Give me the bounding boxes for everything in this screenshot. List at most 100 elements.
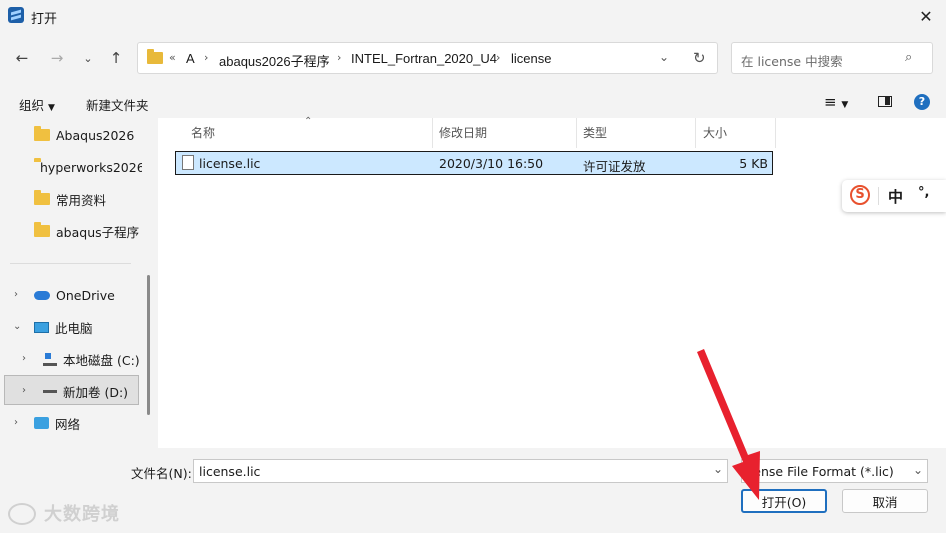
file-icon xyxy=(182,155,194,170)
nav-label: abaqus子程序 xyxy=(56,224,140,240)
breadcrumb-license[interactable]: license xyxy=(511,51,551,66)
column-divider[interactable] xyxy=(775,118,776,148)
computer-icon xyxy=(34,321,49,333)
column-divider[interactable] xyxy=(432,118,433,148)
filename-value: license.lic xyxy=(199,464,261,479)
nav-item-hyperworks[interactable]: hyperworks2026 xyxy=(34,154,142,180)
column-header-modified[interactable]: 修改日期 xyxy=(439,124,487,141)
file-modified: 2020/3/10 16:50 xyxy=(439,156,544,171)
caret-down-icon: ▼ xyxy=(841,100,849,110)
chevron-down-icon[interactable]: ⌄ xyxy=(659,50,669,64)
recent-locations-button[interactable]: ⌄ xyxy=(76,46,100,70)
chevron-right-icon[interactable]: › xyxy=(14,417,18,428)
windows-drive-icon xyxy=(43,352,57,366)
chevron-right-icon[interactable]: › xyxy=(14,289,18,300)
nav-item-abaqus-subroutines[interactable]: abaqus子程序 xyxy=(34,218,146,244)
chevron-right-icon: › xyxy=(204,51,209,64)
breadcrumb-a[interactable]: A xyxy=(186,51,195,66)
folder-icon xyxy=(34,222,50,237)
help-icon[interactable]: ? xyxy=(914,94,930,110)
column-header-type[interactable]: 类型 xyxy=(583,124,607,141)
forward-button[interactable]: → xyxy=(45,46,69,70)
nav-item-this-pc[interactable]: 此电脑 xyxy=(34,314,146,340)
search-icon: ⌕ xyxy=(905,50,913,65)
file-type-select[interactable]: License File Format (*.lic) ⌄ xyxy=(741,459,928,483)
chevron-down-icon[interactable]: ⌄ xyxy=(909,460,927,482)
nav-label: OneDrive xyxy=(56,287,115,303)
nav-item-new-volume-d[interactable]: 新加卷 (D:) xyxy=(43,378,139,404)
up-button[interactable]: ↑ xyxy=(104,46,128,70)
chevron-right-icon: › xyxy=(496,51,501,64)
filename-input[interactable]: license.lic ⌄ xyxy=(193,459,728,483)
close-icon: ✕ xyxy=(919,6,933,26)
open-button[interactable]: 打开(O) xyxy=(741,489,827,513)
window-title: 打开 xyxy=(31,12,58,27)
nav-scrollbar[interactable] xyxy=(147,275,150,415)
column-header-name[interactable]: 名称 xyxy=(191,124,215,141)
cancel-button[interactable]: 取消 xyxy=(842,489,928,513)
folder-icon xyxy=(147,49,163,64)
chevron-right-icon[interactable]: › xyxy=(22,353,26,364)
watermark-logo-icon xyxy=(8,503,36,525)
caret-down-icon: ▼ xyxy=(48,103,55,113)
file-type: 许可证发放 xyxy=(583,159,646,174)
nav-label: 此电脑 xyxy=(55,320,93,336)
file-size: 5 KB xyxy=(739,156,768,171)
arrow-left-icon: ← xyxy=(15,49,29,67)
arrow-up-icon: ↑ xyxy=(109,49,123,67)
ime-divider xyxy=(878,187,879,205)
breadcrumb-abaqus2026[interactable]: abaqus2026子程序 xyxy=(219,51,330,70)
watermark-text: 大数跨境 xyxy=(44,504,120,525)
sogou-logo-icon[interactable]: S xyxy=(850,185,870,205)
app-icon xyxy=(8,7,24,23)
nav-divider xyxy=(10,263,131,264)
address-bar[interactable]: « A › abaqus2026子程序 › INTEL_Fortran_2020… xyxy=(137,42,718,74)
view-options-button[interactable]: ≡ ▼ xyxy=(824,93,848,111)
organize-button[interactable]: 组织 ▼ xyxy=(19,95,55,114)
ime-mode-toggle[interactable]: 中 xyxy=(888,186,903,207)
chevron-right-icon[interactable]: › xyxy=(22,385,26,396)
nav-label: 常用资料 xyxy=(56,192,107,208)
title-bar xyxy=(0,0,946,32)
nav-item-onedrive[interactable]: OneDrive xyxy=(34,282,146,308)
breadcrumb-intel-fortran[interactable]: INTEL_Fortran_2020_U4 xyxy=(351,51,497,66)
cloud-icon xyxy=(34,290,50,300)
chevron-down-icon: ⌄ xyxy=(83,51,93,65)
column-divider[interactable] xyxy=(695,118,696,148)
column-divider[interactable] xyxy=(576,118,577,148)
new-folder-button[interactable]: 新建文件夹 xyxy=(86,95,149,114)
drive-icon xyxy=(43,389,57,393)
nav-label: hyperworks2026 xyxy=(40,159,142,175)
nav-label: Abaqus2026 xyxy=(56,127,135,143)
file-name: license.lic xyxy=(199,156,261,171)
nav-item-common-docs[interactable]: 常用资料 xyxy=(34,186,146,212)
network-icon xyxy=(34,417,49,429)
chevron-down-icon[interactable]: ⌄ xyxy=(13,321,21,332)
nav-item-local-disk-c[interactable]: 本地磁盘 (C:) xyxy=(43,346,146,372)
arrow-right-icon: → xyxy=(50,49,64,67)
file-type-value: License File Format (*.lic) xyxy=(741,464,894,479)
close-button[interactable]: ✕ xyxy=(912,4,940,28)
search-placeholder: 在 license 中搜索 xyxy=(741,54,843,69)
breadcrumb-overflow[interactable]: « xyxy=(169,51,176,64)
folder-icon xyxy=(34,190,50,205)
ime-punctuation-toggle[interactable]: °, xyxy=(918,185,929,200)
ime-toolbar[interactable]: S 中 °, xyxy=(842,180,946,212)
back-button[interactable]: ← xyxy=(10,46,34,70)
search-input[interactable]: 在 license 中搜索 ⌕ xyxy=(731,42,933,74)
nav-item-abaqus2026[interactable]: Abaqus2026 xyxy=(34,122,146,148)
preview-pane-icon[interactable] xyxy=(878,96,892,107)
refresh-icon[interactable]: ↻ xyxy=(693,49,706,67)
column-header-size[interactable]: 大小 xyxy=(703,124,727,141)
chevron-down-icon[interactable]: ⌄ xyxy=(713,462,723,476)
organize-label: 组织 xyxy=(19,98,45,113)
table-row[interactable]: license.lic 2020/3/10 16:50 许可证发放 5 KB xyxy=(175,151,773,175)
list-view-icon: ≡ xyxy=(824,93,837,111)
nav-item-network[interactable]: 网络 xyxy=(34,410,146,436)
nav-label: 网络 xyxy=(55,416,81,432)
nav-label: 新加卷 (D:) xyxy=(63,384,129,400)
nav-label: 本地磁盘 (C:) xyxy=(63,352,140,368)
sort-ascending-icon: ⌃ xyxy=(304,116,313,127)
chevron-right-icon: › xyxy=(337,51,342,64)
toolbar: 组织 ▼ 新建文件夹 ≡ ▼ ? xyxy=(0,88,946,118)
